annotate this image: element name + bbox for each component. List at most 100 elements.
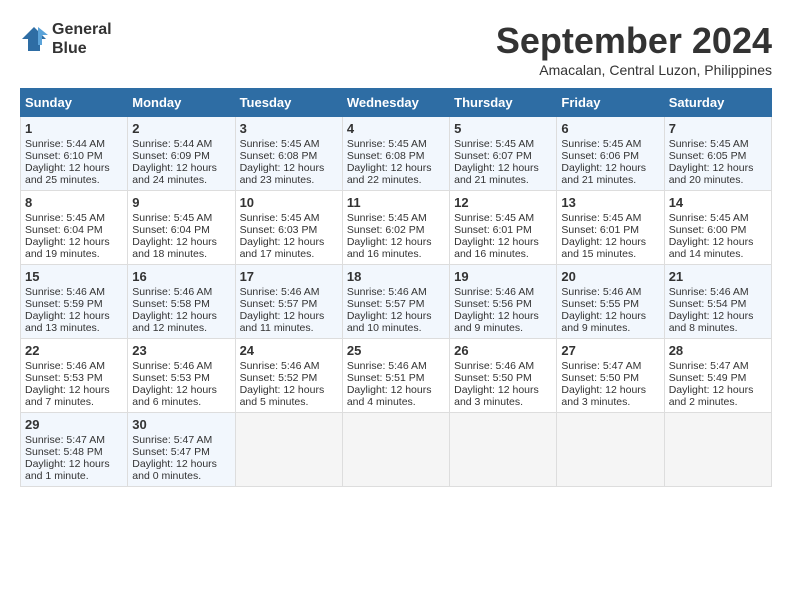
day-number: 6: [561, 121, 659, 136]
day-info: Sunrise: 5:46 AM: [25, 360, 123, 372]
day-info: and 9 minutes.: [561, 322, 659, 334]
day-info: and 17 minutes.: [240, 248, 338, 260]
day-info: Daylight: 12 hours: [240, 384, 338, 396]
day-info: and 15 minutes.: [561, 248, 659, 260]
day-number: 8: [25, 195, 123, 210]
day-cell: [235, 413, 342, 487]
title-block: September 2024 Amacalan, Central Luzon, …: [496, 20, 772, 78]
logo-icon: [20, 25, 48, 53]
day-info: Sunrise: 5:45 AM: [454, 212, 552, 224]
day-cell: 2Sunrise: 5:44 AMSunset: 6:09 PMDaylight…: [128, 117, 235, 191]
day-info: and 3 minutes.: [454, 396, 552, 408]
day-info: Sunset: 6:04 PM: [25, 224, 123, 236]
day-info: Daylight: 12 hours: [347, 384, 445, 396]
day-cell: 23 Sunrise: 5:46 AMSunset: 5:53 PMDayligh…: [128, 339, 235, 413]
day-info: Daylight: 12 hours: [347, 162, 445, 174]
day-cell: 20Sunrise: 5:46 AMSunset: 5:55 PMDayligh…: [557, 265, 664, 339]
day-info: and 14 minutes.: [669, 248, 767, 260]
day-number: 15: [25, 269, 123, 284]
day-info: Sunrise: 5:45 AM: [240, 138, 338, 150]
day-info: Daylight: 12 hours: [669, 236, 767, 248]
day-cell: 7Sunrise: 5:45 AMSunset: 6:05 PMDaylight…: [664, 117, 771, 191]
day-number: 12: [454, 195, 552, 210]
day-info: and 25 minutes.: [25, 174, 123, 186]
day-info: Sunrise: 5:46 AM: [240, 286, 338, 298]
day-info: Daylight: 12 hours: [25, 162, 123, 174]
day-info: Daylight: 12 hours: [561, 384, 659, 396]
day-info: Daylight: 12 hours: [669, 162, 767, 174]
day-info: and 13 minutes.: [25, 322, 123, 334]
day-info: Sunset: 5:53 PM: [132, 372, 230, 384]
day-cell: 15Sunrise: 5:46 AMSunset: 5:59 PMDayligh…: [21, 265, 128, 339]
week-row-2: 8 Sunrise: 5:45 AM Sunset: 6:04 PM Daylight…: [21, 191, 772, 265]
day-info: Daylight: 12 hours: [669, 384, 767, 396]
day-info: Sunrise: 5:46 AM: [132, 286, 230, 298]
week-row-3: 15 Sunrise: 5:46 AM Sunset: 5:59 PM Dayligh…: [21, 265, 772, 339]
day-cell: 25 Sunrise: 5:46 AMSunset: 5:51 PMDayligh…: [342, 339, 449, 413]
day-info: and 19 minutes.: [25, 248, 123, 260]
day-info: Sunset: 5:56 PM: [454, 298, 552, 310]
day-info: Daylight: 12 hours: [561, 310, 659, 322]
day-number: 9: [132, 195, 230, 210]
day-info: Sunrise: 5:45 AM: [561, 138, 659, 150]
day-info: Sunset: 5:47 PM: [132, 446, 230, 458]
day-info: Sunset: 6:03 PM: [240, 224, 338, 236]
day-info: Sunset: 5:51 PM: [347, 372, 445, 384]
week-row-5: 29Sunrise: 5:47 AMSunset: 5:48 PMDayligh…: [21, 413, 772, 487]
day-cell: 30 Sunrise: 5:47 AMSunset: 5:47 PMDayligh…: [128, 413, 235, 487]
day-info: and 18 minutes.: [132, 248, 230, 260]
day-info: Sunrise: 5:47 AM: [561, 360, 659, 372]
day-info: Sunrise: 5:45 AM: [240, 212, 338, 224]
day-info: and 5 minutes.: [240, 396, 338, 408]
day-cell: 19Sunrise: 5:46 AMSunset: 5:56 PMDayligh…: [450, 265, 557, 339]
day-info: and 20 minutes.: [669, 174, 767, 186]
day-number: 4: [347, 121, 445, 136]
day-info: Sunrise: 5:46 AM: [347, 360, 445, 372]
day-info: Sunset: 5:48 PM: [25, 446, 123, 458]
day-info: Sunrise: 5:45 AM: [669, 138, 767, 150]
day-info: and 1 minute.: [25, 470, 123, 482]
day-number: 17: [240, 269, 338, 284]
day-info: Sunrise: 5:47 AM: [669, 360, 767, 372]
day-info: and 11 minutes.: [240, 322, 338, 334]
day-cell: 29Sunrise: 5:47 AMSunset: 5:48 PMDayligh…: [21, 413, 128, 487]
day-info: Sunrise: 5:47 AM: [132, 434, 230, 446]
day-info: Sunset: 5:50 PM: [561, 372, 659, 384]
day-info: Sunrise: 5:46 AM: [132, 360, 230, 372]
day-info: Daylight: 12 hours: [25, 458, 123, 470]
day-info: and 3 minutes.: [561, 396, 659, 408]
day-number: 19: [454, 269, 552, 284]
day-info: Daylight: 12 hours: [132, 384, 230, 396]
day-number: 13: [561, 195, 659, 210]
day-cell: [557, 413, 664, 487]
column-header-monday: Monday: [128, 89, 235, 117]
day-info: Daylight: 12 hours: [132, 458, 230, 470]
day-info: Sunrise: 5:46 AM: [669, 286, 767, 298]
day-info: Sunset: 5:58 PM: [132, 298, 230, 310]
day-number: 22: [25, 343, 123, 358]
day-info: Sunset: 5:52 PM: [240, 372, 338, 384]
day-cell: [342, 413, 449, 487]
day-info: and 0 minutes.: [132, 470, 230, 482]
day-info: Sunset: 6:00 PM: [669, 224, 767, 236]
day-cell: 28Sunrise: 5:47 AMSunset: 5:49 PMDayligh…: [664, 339, 771, 413]
day-number: 23: [132, 343, 230, 358]
day-number: 18: [347, 269, 445, 284]
day-info: Sunrise: 5:45 AM: [561, 212, 659, 224]
day-cell: 21Sunrise: 5:46 AMSunset: 5:54 PMDayligh…: [664, 265, 771, 339]
day-info: Sunset: 5:55 PM: [561, 298, 659, 310]
day-info: Sunset: 5:59 PM: [25, 298, 123, 310]
day-cell: 27Sunrise: 5:47 AMSunset: 5:50 PMDayligh…: [557, 339, 664, 413]
day-cell: 17Sunrise: 5:46 AMSunset: 5:57 PMDayligh…: [235, 265, 342, 339]
day-number: 2: [132, 121, 230, 136]
day-info: and 16 minutes.: [454, 248, 552, 260]
day-info: Sunrise: 5:44 AM: [132, 138, 230, 150]
day-info: and 7 minutes.: [25, 396, 123, 408]
day-number: 30: [132, 417, 230, 432]
day-info: and 23 minutes.: [240, 174, 338, 186]
day-info: and 10 minutes.: [347, 322, 445, 334]
day-number: 25: [347, 343, 445, 358]
column-header-tuesday: Tuesday: [235, 89, 342, 117]
day-info: Daylight: 12 hours: [132, 162, 230, 174]
day-info: and 12 minutes.: [132, 322, 230, 334]
